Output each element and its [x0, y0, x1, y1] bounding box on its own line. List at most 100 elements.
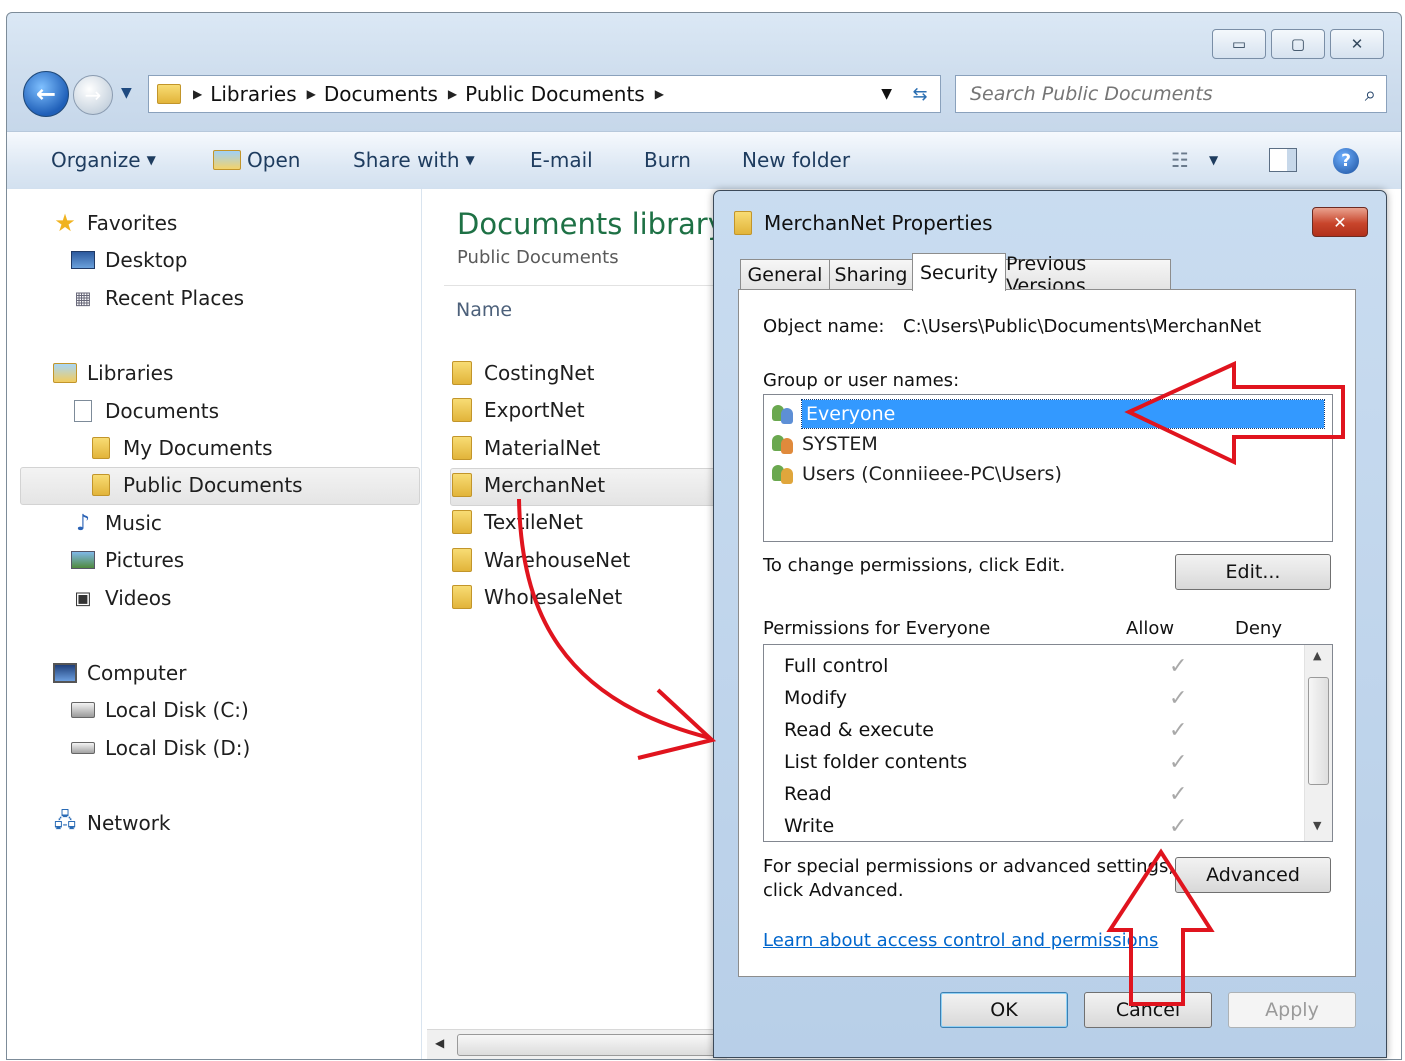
email-button[interactable]: E-mail: [530, 148, 593, 172]
email-label: E-mail: [530, 148, 593, 172]
dialog-close-button[interactable]: ✕: [1312, 207, 1368, 237]
scroll-up-icon[interactable]: ▲: [1313, 649, 1321, 662]
help-button[interactable]: ?: [1333, 148, 1359, 174]
maximize-button[interactable]: ▢: [1271, 29, 1325, 59]
file-item-textilenet[interactable]: TextileNet: [452, 510, 583, 534]
music-icon: ♪: [75, 510, 91, 536]
user-row-everyone[interactable]: Everyone: [772, 399, 1325, 429]
tab-general[interactable]: General: [740, 259, 830, 290]
organize-button[interactable]: Organize ▼: [51, 148, 156, 172]
user-row-users[interactable]: Users (Conniieee-PC\Users): [772, 459, 1062, 489]
address-bar[interactable]: ▶ Libraries ▶ Documents ▶ Public Documen…: [148, 75, 901, 113]
nav-label: Recent Places: [105, 286, 245, 310]
cancel-button[interactable]: Cancel: [1084, 992, 1212, 1028]
nav-desktop[interactable]: Desktop: [71, 248, 187, 272]
nav-local-disk-d[interactable]: Local Disk (D:): [71, 736, 250, 760]
refresh-button[interactable]: ⇆: [900, 75, 941, 113]
user-name: Everyone: [801, 399, 1325, 429]
nav-documents[interactable]: Documents: [71, 399, 219, 423]
nav-favorites[interactable]: ★ Favorites: [53, 209, 177, 237]
file-item-costingnet[interactable]: CostingNet: [452, 361, 595, 385]
horizontal-scrollbar[interactable]: ◀: [427, 1029, 729, 1059]
search-box[interactable]: ⌕: [955, 75, 1387, 113]
user-row-system[interactable]: SYSTEM: [772, 429, 878, 459]
users-icon: [772, 403, 796, 425]
new-folder-button[interactable]: New folder: [742, 148, 850, 172]
scrollbar-thumb[interactable]: [457, 1034, 729, 1056]
my-documents-icon: [89, 437, 113, 459]
user-list[interactable]: Everyone SYSTEM Users (Conniieee-PC\User…: [763, 394, 1333, 542]
tab-label: Security: [919, 261, 999, 284]
dialog-title: MerchanNet Properties: [764, 211, 993, 235]
file-item-wholesalenet[interactable]: WholesaleNet: [452, 585, 622, 609]
nav-videos[interactable]: ▣ Videos: [71, 586, 171, 610]
breadcrumb-libraries[interactable]: Libraries: [210, 82, 296, 106]
ok-button[interactable]: OK: [940, 992, 1068, 1028]
burn-button[interactable]: Burn: [644, 148, 691, 172]
breadcrumb-public-documents[interactable]: Public Documents: [465, 82, 645, 106]
tab-sharing[interactable]: Sharing: [829, 259, 913, 290]
breadcrumb-separator-icon: ▶: [447, 87, 458, 101]
column-header-name[interactable]: Name: [456, 299, 512, 321]
back-button[interactable]: ←: [23, 71, 69, 117]
advanced-text-line-2: click Advanced.: [763, 880, 904, 901]
nav-music[interactable]: ♪ Music: [71, 510, 162, 536]
minimize-button[interactable]: ▭: [1212, 29, 1266, 59]
scrollbar-thumb[interactable]: [1308, 677, 1329, 785]
nav-public-documents[interactable]: Public Documents: [89, 473, 303, 497]
address-history-dropdown-icon[interactable]: ▼: [881, 86, 892, 102]
nav-label: Desktop: [105, 248, 188, 272]
permission-name: Read & execute: [784, 719, 934, 741]
deny-column-header: Deny: [1235, 618, 1282, 639]
search-icon[interactable]: ⌕: [1365, 82, 1376, 106]
nav-label: Videos: [105, 586, 172, 610]
tab-previous-versions[interactable]: Previous Versions: [1005, 253, 1171, 297]
users-icon: [772, 463, 796, 485]
nav-my-documents[interactable]: My Documents: [89, 436, 272, 460]
change-permissions-text: To change permissions, click Edit.: [763, 555, 1066, 576]
preview-pane-button[interactable]: [1269, 148, 1297, 172]
nav-pictures[interactable]: Pictures: [71, 548, 184, 572]
nav-recent-places[interactable]: ▦ Recent Places: [71, 286, 244, 310]
open-folder-icon: [213, 150, 241, 170]
view-details-icon: ☷: [1171, 148, 1189, 172]
file-item-exportnet[interactable]: ExportNet: [452, 398, 585, 422]
nav-network[interactable]: 🖧 Network: [53, 808, 171, 835]
folder-icon: [452, 361, 472, 385]
nav-libraries[interactable]: Libraries: [53, 361, 173, 385]
back-arrow-icon: ←: [35, 80, 57, 108]
chevron-down-icon: ▼: [121, 85, 132, 101]
nav-computer[interactable]: Computer: [53, 661, 186, 685]
change-view-button[interactable]: ☷ ▼: [1171, 148, 1218, 172]
close-window-button[interactable]: ✕: [1330, 29, 1384, 59]
edit-button[interactable]: Edit...: [1175, 554, 1331, 590]
advanced-button[interactable]: Advanced: [1175, 857, 1331, 893]
file-item-merchannet[interactable]: MerchanNet: [452, 473, 605, 497]
permissions-scrollbar[interactable]: ▲ ▼: [1304, 645, 1332, 841]
search-input[interactable]: [968, 82, 1342, 106]
advanced-text-line-1: For special permissions or advanced sett…: [763, 856, 1175, 877]
permission-row: Read & execute ✓: [784, 715, 1304, 745]
tab-security[interactable]: Security: [912, 253, 1006, 291]
permissions-list[interactable]: Full control ✓ Modify ✓ Read & execute ✓ Li…: [763, 644, 1333, 842]
scroll-left-icon[interactable]: ◀: [435, 1036, 444, 1050]
file-item-warehousenet[interactable]: WarehouseNet: [452, 548, 630, 572]
share-with-button[interactable]: Share with ▼: [353, 148, 475, 172]
forward-button[interactable]: →: [73, 75, 113, 115]
file-item-materialnet[interactable]: MaterialNet: [452, 436, 600, 460]
permission-row: Read ✓: [784, 779, 1304, 809]
file-name: WarehouseNet: [484, 548, 631, 572]
allow-column-header: Allow: [1126, 618, 1175, 639]
breadcrumb-documents[interactable]: Documents: [324, 82, 438, 106]
recent-pages-dropdown[interactable]: ▼: [121, 85, 132, 101]
permission-name: Read: [784, 783, 832, 805]
chevron-down-icon: ▼: [146, 153, 156, 167]
open-button[interactable]: Open: [213, 148, 300, 172]
learn-access-control-link[interactable]: Learn about access control and permissio…: [763, 930, 1158, 951]
apply-button[interactable]: Apply: [1228, 992, 1356, 1028]
recent-places-icon: ▦: [74, 287, 92, 309]
nav-local-disk-c[interactable]: Local Disk (C:): [71, 698, 249, 722]
nav-label: My Documents: [123, 436, 273, 460]
folder-icon: [452, 585, 472, 609]
scroll-down-icon[interactable]: ▼: [1313, 819, 1321, 832]
